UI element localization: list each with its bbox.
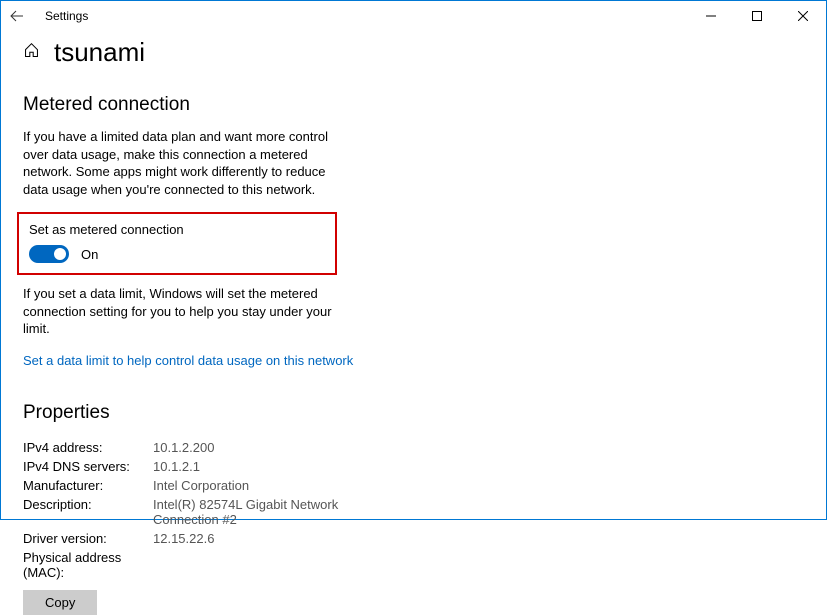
prop-row: IPv4 DNS servers:10.1.2.1 [23,457,804,476]
prop-val: Intel Corporation [153,478,249,493]
prop-key: Driver version: [23,531,153,546]
page-title: tsunami [54,37,145,68]
back-button[interactable] [1,1,33,31]
titlebar: Settings [1,1,826,31]
metered-toggle-highlight: Set as metered connection On [17,212,337,275]
prop-key: Physical address (MAC): [23,550,153,580]
prop-row: Manufacturer:Intel Corporation [23,476,804,495]
data-limit-link[interactable]: Set a data limit to help control data us… [23,353,353,368]
close-button[interactable] [780,1,826,31]
prop-key: IPv4 DNS servers: [23,459,153,474]
prop-key: Description: [23,497,153,512]
home-icon [23,42,40,64]
window-title: Settings [45,9,88,23]
prop-row: Description:Intel(R) 82574L Gigabit Netw… [23,495,804,529]
metered-description: If you have a limited data plan and want… [23,128,343,198]
prop-key: IPv4 address: [23,440,153,455]
metered-toggle[interactable] [29,245,69,263]
maximize-button[interactable] [734,1,780,31]
close-icon [798,11,808,21]
arrow-left-icon [10,9,24,23]
minimize-button[interactable] [688,1,734,31]
prop-val: 12.15.22.6 [153,531,214,546]
metered-heading: Metered connection [23,94,804,116]
toggle-state-text: On [81,247,98,262]
properties-heading: Properties [23,402,804,424]
copy-button[interactable]: Copy [23,590,97,615]
prop-key: Manufacturer: [23,478,153,493]
page-header: tsunami [23,37,804,68]
prop-val: 10.1.2.1 [153,459,200,474]
prop-row: IPv4 address:10.1.2.200 [23,438,804,457]
metered-post-text: If you set a data limit, Windows will se… [23,285,343,338]
toggle-label: Set as metered connection [29,222,325,237]
properties-table: IPv4 address:10.1.2.200 IPv4 DNS servers… [23,438,804,582]
minimize-icon [706,11,716,21]
content-area: tsunami Metered connection If you have a… [1,31,826,615]
maximize-icon [752,11,762,21]
prop-val: 10.1.2.200 [153,440,214,455]
prop-row: Physical address (MAC): [23,548,804,582]
prop-row: Driver version:12.15.22.6 [23,529,804,548]
prop-val: Intel(R) 82574L Gigabit Network Connecti… [153,497,353,527]
